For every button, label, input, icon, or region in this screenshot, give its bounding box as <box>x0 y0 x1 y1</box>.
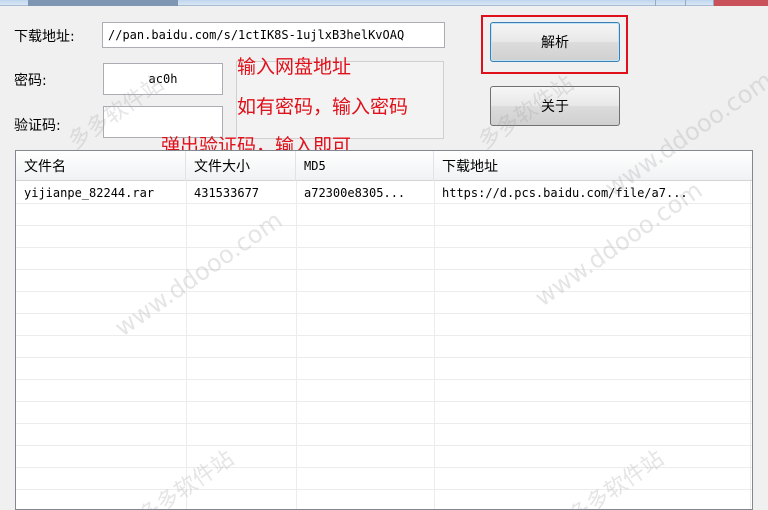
about-button[interactable]: 关于 <box>490 86 620 126</box>
empty-row <box>16 490 752 509</box>
empty-row <box>16 292 752 314</box>
cell-filesize: 431533677 <box>194 186 260 200</box>
empty-row <box>16 204 752 226</box>
password-input[interactable]: ac0h <box>103 63 223 95</box>
cell-filename: yijianpe_82244.rar <box>24 186 155 200</box>
maximize-button[interactable] <box>685 0 713 6</box>
cell-md5: a72300e8305... <box>304 186 406 200</box>
annotation-enter-url: 输入网盘地址 <box>237 56 352 78</box>
captcha-label: 验证码: <box>14 118 61 134</box>
table-row[interactable]: yijianpe_82244.rar 431533677 a72300e8305… <box>16 182 752 204</box>
url-label: 下载地址: <box>14 29 75 45</box>
url-input[interactable]: //pan.baidu.com/s/1ctIK8S-1ujlxB3helKvOA… <box>102 22 445 48</box>
list-rows: yijianpe_82244.rar 431533677 a72300e8305… <box>16 182 752 509</box>
empty-row <box>16 358 752 380</box>
title-bar <box>0 0 768 6</box>
empty-row <box>16 402 752 424</box>
column-header-md5[interactable]: MD5 <box>296 151 434 181</box>
cell-download-url: https://d.pcs.baidu.com/file/a7... <box>442 186 688 200</box>
empty-row <box>16 468 752 490</box>
empty-row <box>16 248 752 270</box>
column-header-filename[interactable]: 文件名 <box>16 151 186 181</box>
empty-row <box>16 424 752 446</box>
minimize-button[interactable] <box>655 0 685 6</box>
empty-row <box>16 336 752 358</box>
column-header-filesize[interactable]: 文件大小 <box>186 151 296 181</box>
empty-row <box>16 270 752 292</box>
close-button[interactable] <box>713 0 768 6</box>
empty-row <box>16 226 752 248</box>
column-header-download-url[interactable]: 下载地址 <box>434 151 752 181</box>
list-header: 文件名 文件大小 MD5 下载地址 <box>16 151 752 181</box>
results-list[interactable]: 文件名 文件大小 MD5 下载地址 yijianpe_82244.rar 431… <box>15 150 753 510</box>
annotation-enter-password: 如有密码，输入密码 <box>237 96 409 118</box>
parse-button[interactable]: 解析 <box>490 22 620 62</box>
password-label: 密码: <box>14 73 47 89</box>
empty-row <box>16 446 752 468</box>
title-bar-caption <box>28 0 178 6</box>
empty-row <box>16 314 752 336</box>
empty-row <box>16 380 752 402</box>
